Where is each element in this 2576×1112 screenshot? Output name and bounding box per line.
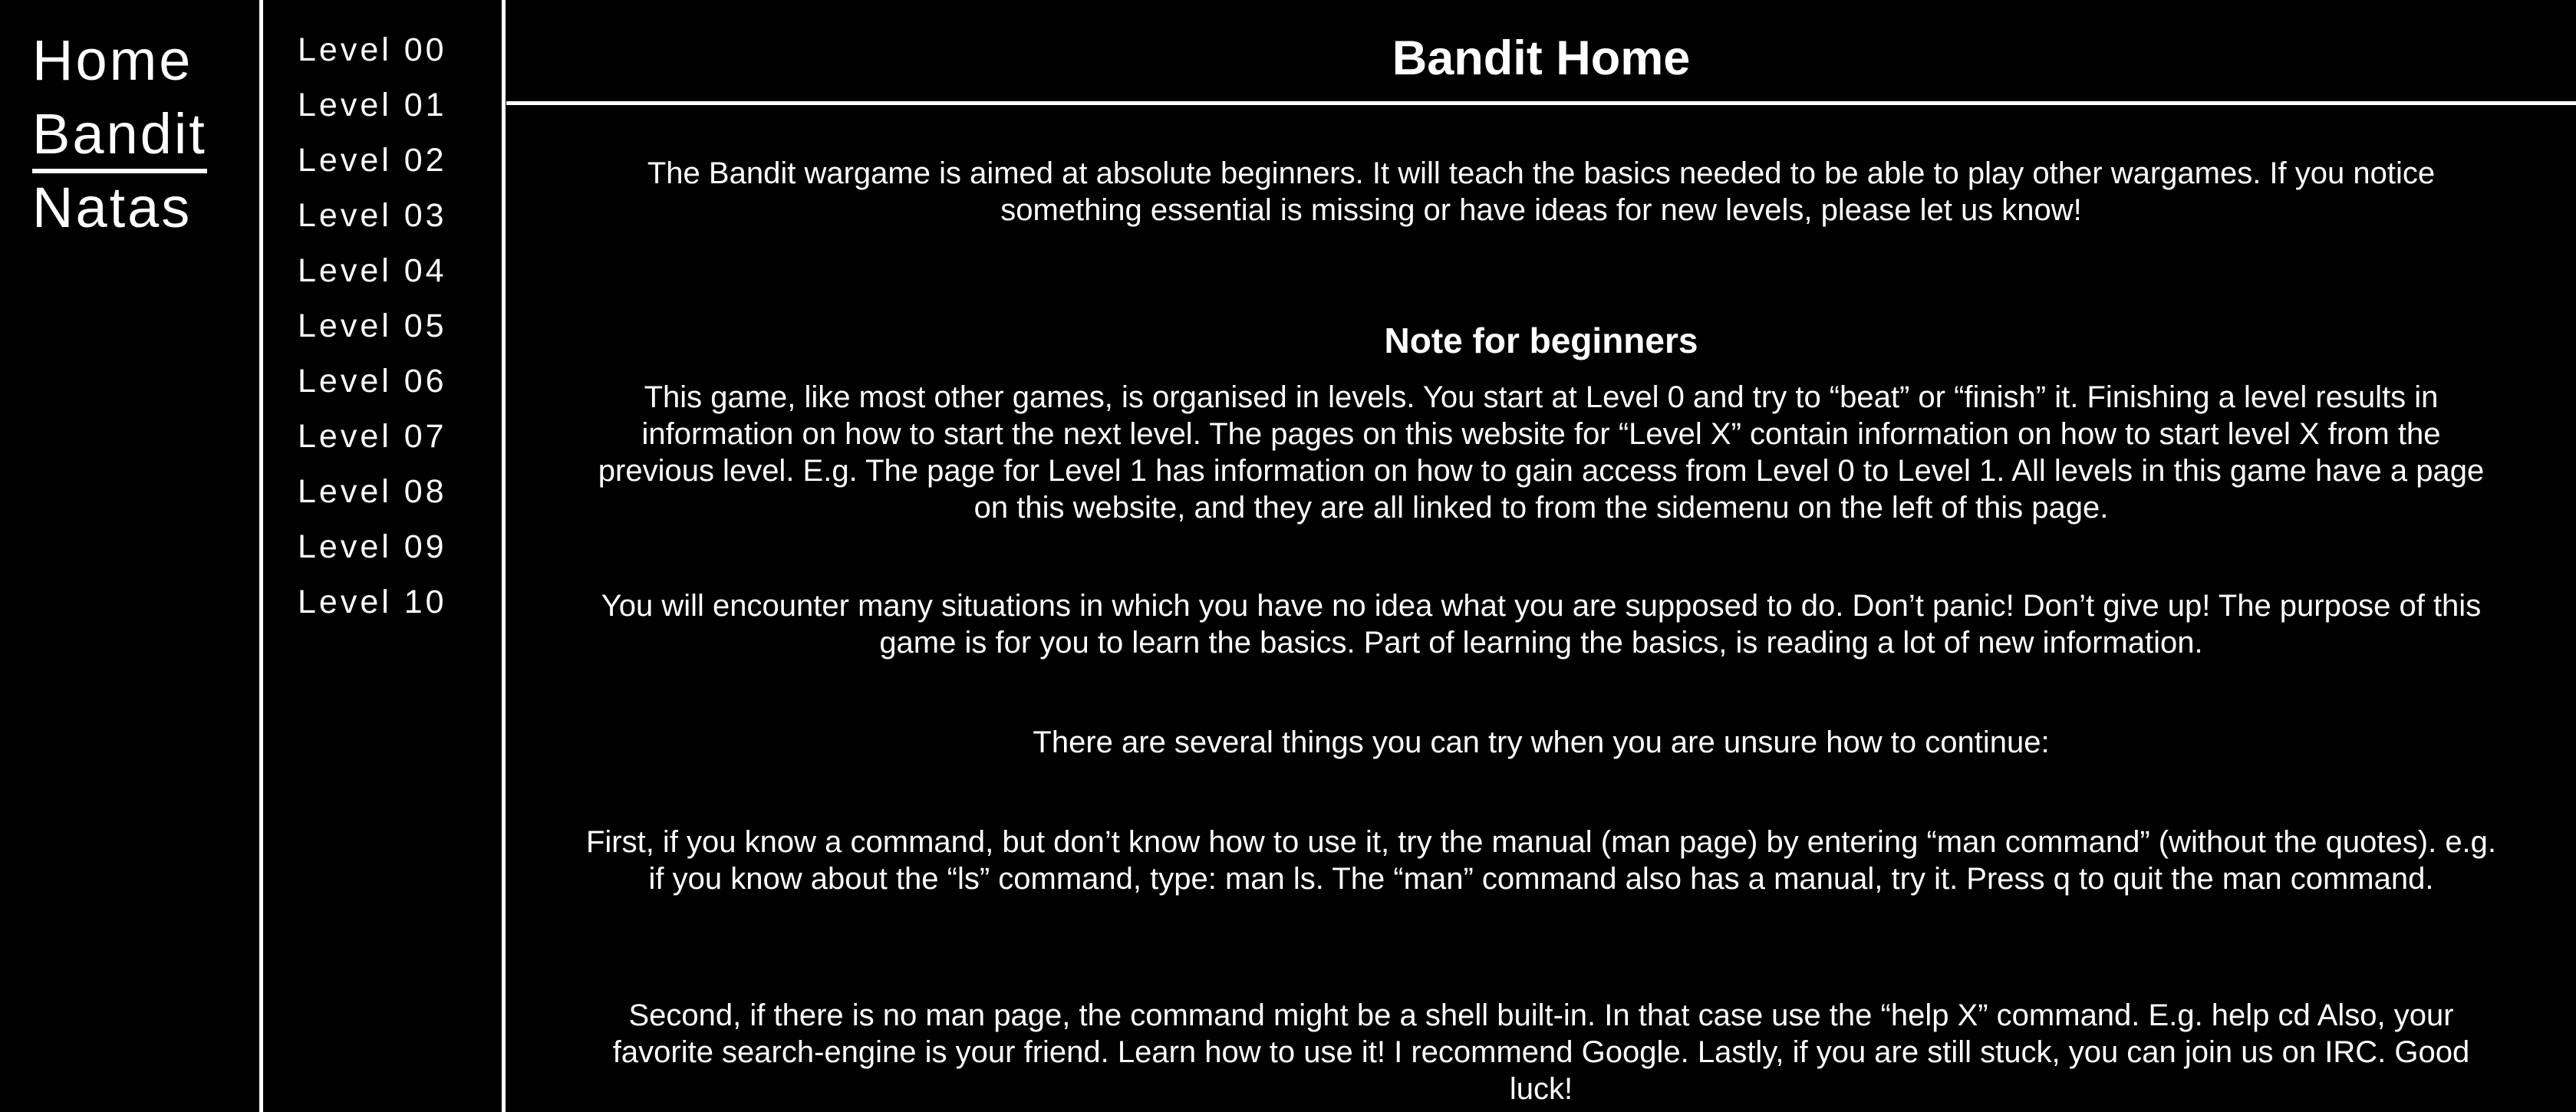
note-heading: Note for beginners	[1384, 321, 1698, 360]
paragraph-dont-panic: You will encounter many situations in wh…	[601, 589, 2482, 660]
nav-divider	[259, 0, 263, 1112]
level-link-02[interactable]: Level 02	[298, 144, 447, 177]
page-title: Bandit Home	[1392, 31, 1691, 85]
level-link-03[interactable]: Level 03	[298, 199, 447, 232]
level-link-10[interactable]: Level 10	[298, 586, 447, 619]
level-link-05[interactable]: Level 05	[298, 310, 447, 343]
level-sidebar: Level 00 Level 01 Level 02 Level 03 Leve…	[264, 0, 502, 1112]
level-link-09[interactable]: Level 09	[298, 531, 447, 564]
level-link-06[interactable]: Level 06	[298, 365, 447, 398]
level-link-08[interactable]: Level 08	[298, 475, 447, 508]
paragraph-things-to-try: There are several things you can try whe…	[1033, 725, 2050, 759]
paragraph-levels: This game, like most other games, is org…	[598, 380, 2485, 525]
nav-link-home[interactable]: Home	[32, 32, 193, 89]
sidebar-divider	[502, 0, 506, 1112]
level-link-04[interactable]: Level 04	[298, 255, 447, 288]
level-link-07[interactable]: Level 07	[298, 420, 447, 453]
page: Home Bandit Natas Level 00 Level 01 Leve…	[0, 0, 2576, 1112]
title-divider	[506, 101, 2576, 105]
nav-link-natas[interactable]: Natas	[32, 179, 192, 236]
paragraph-help-builtin: Second, if there is no man page, the com…	[612, 998, 2470, 1106]
level-link-01[interactable]: Level 01	[298, 89, 447, 122]
nav-link-bandit[interactable]: Bandit	[32, 106, 207, 173]
primary-nav: Home Bandit Natas	[0, 0, 259, 1112]
intro-paragraph: The Bandit wargame is aimed at absolute …	[647, 156, 2436, 227]
paragraph-man-page: First, if you know a command, but don’t …	[585, 825, 2497, 896]
main-content: Bandit Home The Bandit wargame is aimed …	[506, 0, 2576, 1112]
level-link-00[interactable]: Level 00	[298, 34, 447, 67]
